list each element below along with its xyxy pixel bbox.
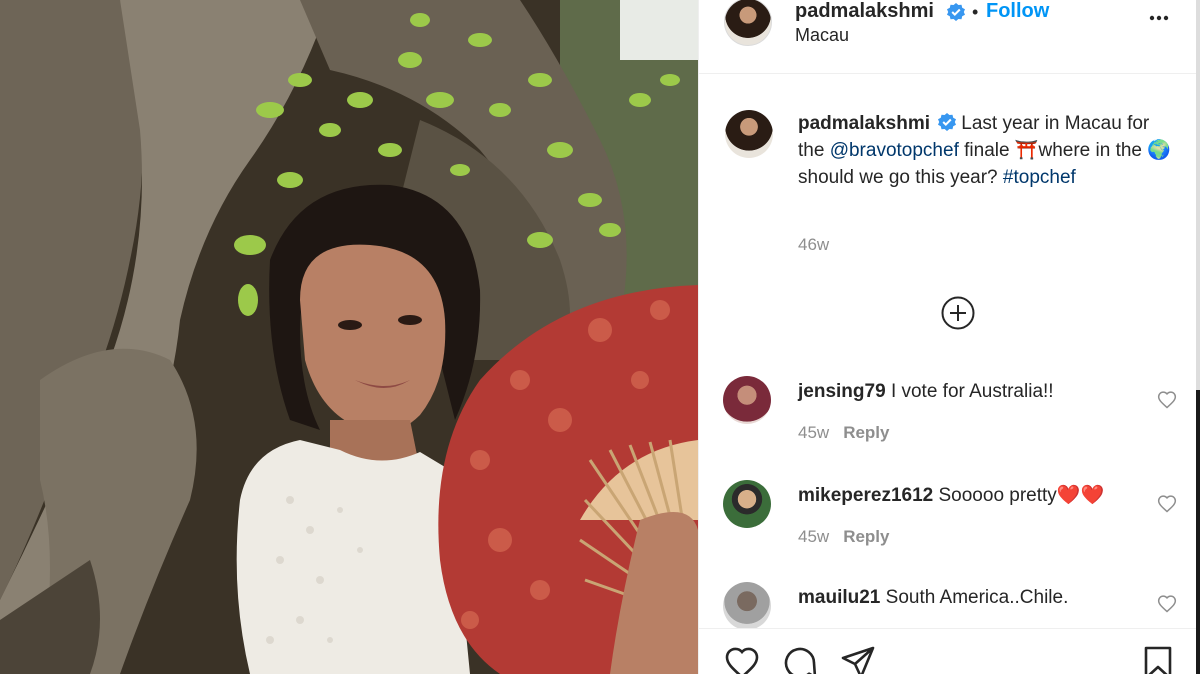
like-comment-heart-icon[interactable] <box>1157 390 1177 410</box>
caption-avatar[interactable] <box>725 110 773 158</box>
window-edge-light <box>1196 0 1200 390</box>
comment-item: mauilu21 South America..Chile. <box>699 582 1197 628</box>
reply-button[interactable]: Reply <box>843 423 889 442</box>
hashtag-link[interactable]: #topchef <box>1003 167 1076 188</box>
verified-badge-icon <box>947 3 965 21</box>
comment-meta: 45w Reply <box>798 423 889 443</box>
separator-dot: • <box>972 2 979 22</box>
author-username[interactable]: padmalakshmi <box>795 0 934 23</box>
commenter-username[interactable]: mikeperez1612 <box>798 485 933 506</box>
comment-meta: 45w Reply <box>798 527 889 547</box>
reply-button[interactable]: Reply <box>843 527 889 546</box>
verified-badge-icon <box>938 112 957 131</box>
comment-icon[interactable] <box>781 644 819 674</box>
comment-body: South America..Chile. <box>885 587 1069 608</box>
caption-text: padmalakshmi Last year in Macau for the … <box>798 110 1178 191</box>
heart-icon[interactable] <box>723 644 761 674</box>
like-comment-heart-icon[interactable] <box>1157 494 1177 514</box>
post-image[interactable] <box>0 0 698 674</box>
commenter-avatar[interactable] <box>723 480 771 528</box>
comment-text: mikeperez1612 Sooooo pretty❤️❤️ <box>798 484 1138 508</box>
plus-circle-icon[interactable] <box>941 296 975 330</box>
commenter-avatar[interactable] <box>723 582 771 628</box>
paper-plane-icon[interactable] <box>839 644 877 674</box>
author-avatar[interactable] <box>724 0 772 46</box>
like-comment-heart-icon[interactable] <box>1157 594 1177 614</box>
bookmark-icon[interactable] <box>1139 644 1177 674</box>
comment-body: I vote for Australia!! <box>890 381 1054 402</box>
mention-link[interactable]: @bravotopchef <box>830 140 959 161</box>
comment-text: mauilu21 South America..Chile. <box>798 586 1138 610</box>
post-location[interactable]: Macau <box>795 25 849 46</box>
commenter-username[interactable]: mauilu21 <box>798 587 880 608</box>
comment-body: Sooooo pretty❤️❤️ <box>938 485 1105 506</box>
post-sidebar: padmalakshmi • Follow Macau padmalakshmi… <box>698 0 1197 674</box>
post-header: padmalakshmi • Follow Macau <box>699 0 1197 74</box>
more-horizontal-icon[interactable] <box>1147 6 1171 30</box>
commenter-username[interactable]: jensing79 <box>798 381 886 402</box>
comment-text: jensing79 I vote for Australia!! <box>798 380 1138 404</box>
comment-item: mikeperez1612 Sooooo pretty❤️❤️ 45w Reply <box>699 480 1197 580</box>
caption-username[interactable]: padmalakshmi <box>798 113 930 134</box>
comment-timestamp[interactable]: 45w <box>798 423 829 442</box>
comment-item: jensing79 I vote for Australia!! 45w Repl… <box>699 376 1197 476</box>
commenter-avatar[interactable] <box>723 376 771 424</box>
post-actions-bar <box>699 628 1197 674</box>
comment-timestamp[interactable]: 45w <box>798 527 829 546</box>
follow-button[interactable]: Follow <box>986 0 1049 23</box>
caption-timestamp[interactable]: 46w <box>798 235 829 255</box>
